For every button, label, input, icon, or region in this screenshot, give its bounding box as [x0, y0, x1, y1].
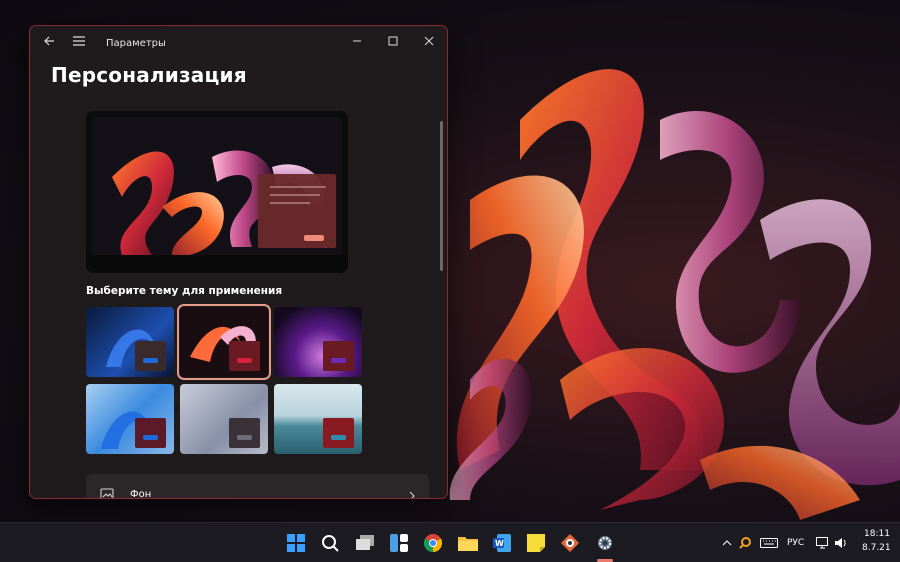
- start-icon: [287, 534, 305, 552]
- settings-icon: [598, 536, 612, 550]
- maximize-icon: [388, 36, 398, 46]
- widgets-button[interactable]: [387, 531, 411, 555]
- settings-window[interactable]: Параметры Персонализация Выберите тему д…: [29, 25, 448, 499]
- theme-preview: [86, 111, 348, 273]
- network-button[interactable]: [814, 531, 832, 555]
- svg-text:W: W: [495, 539, 504, 548]
- theme-tile-3[interactable]: [274, 307, 362, 377]
- file-explorer-button[interactable]: [456, 531, 480, 555]
- minimize-icon: [353, 40, 361, 42]
- keyboard-icon: [760, 538, 778, 548]
- search-button[interactable]: [318, 531, 342, 555]
- chevron-up-icon: [722, 540, 732, 546]
- language-indicator[interactable]: РУС: [787, 538, 804, 548]
- taskbar: W РУС 18:11 8.7.21: [0, 522, 900, 562]
- clock-date[interactable]: 8.7.21: [862, 543, 891, 553]
- start-button[interactable]: [284, 531, 308, 555]
- preview-wallpaper: [92, 117, 342, 255]
- back-arrow-icon: [44, 36, 54, 46]
- close-button[interactable]: [414, 26, 444, 56]
- file-explorer-icon: [458, 537, 478, 551]
- chevron-right-icon: [409, 491, 415, 498]
- app-title: Параметры: [106, 38, 166, 49]
- scrollbar[interactable]: [440, 121, 443, 271]
- word-icon: W: [493, 534, 511, 552]
- sticky-notes-button[interactable]: [524, 531, 548, 555]
- settings-button[interactable]: [593, 531, 617, 555]
- hamburger-icon: [73, 36, 85, 46]
- image-icon: [100, 488, 114, 498]
- magnifier-tray-icon: [739, 537, 751, 549]
- task-view-button[interactable]: [353, 531, 377, 555]
- widgets-icon: [390, 534, 408, 552]
- background-setting-row[interactable]: Фон: [86, 474, 429, 499]
- keyboard-button[interactable]: [757, 531, 781, 555]
- photo-viewer-icon: [561, 534, 579, 552]
- search-icon: [322, 535, 339, 552]
- show-hidden-icons-button[interactable]: [718, 531, 736, 555]
- photo-viewer-button[interactable]: [558, 531, 582, 555]
- network-monitor-icon: [816, 537, 828, 549]
- close-icon: [424, 36, 434, 46]
- search-tray-button[interactable]: [736, 531, 754, 555]
- word-button[interactable]: W: [490, 531, 514, 555]
- task-view-icon: [356, 535, 374, 550]
- themes-label: Выберите тему для применения: [86, 285, 283, 297]
- theme-tile-4[interactable]: [86, 384, 174, 454]
- theme-tile-6[interactable]: [274, 384, 362, 454]
- page-title: Персонализация: [51, 63, 247, 87]
- title-bar[interactable]: Параметры: [30, 26, 447, 62]
- maximize-button[interactable]: [378, 26, 408, 56]
- menu-button[interactable]: [64, 26, 94, 56]
- clock-time[interactable]: 18:11: [864, 529, 890, 539]
- sticky-notes-icon: [527, 534, 545, 552]
- volume-button[interactable]: [832, 531, 850, 555]
- background-label: Фон: [130, 489, 152, 499]
- preview-screen: [92, 117, 342, 255]
- back-button[interactable]: [34, 26, 64, 56]
- minimize-button[interactable]: [342, 26, 372, 56]
- speaker-icon: [835, 538, 846, 548]
- theme-tile-1[interactable]: [86, 307, 174, 377]
- theme-tile-2[interactable]: [177, 304, 271, 380]
- chrome-button[interactable]: [421, 531, 445, 555]
- theme-grid: [86, 304, 366, 459]
- theme-tile-5[interactable]: [180, 384, 268, 454]
- chrome-icon: [424, 534, 442, 552]
